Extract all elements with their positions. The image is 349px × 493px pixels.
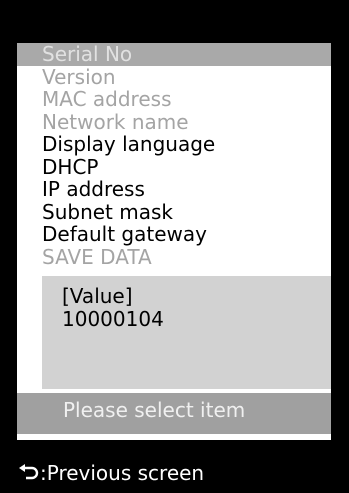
menu-item-serial-no[interactable]: Serial No (17, 43, 331, 66)
menu-item-network-name[interactable]: Network name (17, 110, 331, 134)
previous-screen-label: :Previous screen (40, 461, 205, 485)
menu-item-save-data[interactable]: SAVE DATA (17, 245, 331, 269)
return-arrow-icon (18, 464, 40, 482)
status-message: Please select item (63, 398, 246, 422)
value-text: 10000104 (62, 307, 164, 331)
menu-item-ip-address[interactable]: IP address (17, 178, 331, 201)
previous-screen-hint[interactable]: :Previous screen (18, 460, 204, 486)
menu-list: Serial No Version MAC address Network na… (17, 43, 331, 268)
status-bar: Please select item (17, 393, 331, 434)
device-screen: Serial No Version MAC address Network na… (0, 0, 349, 493)
menu-item-mac-address[interactable]: MAC address (17, 88, 331, 111)
menu-item-dhcp[interactable]: DHCP (17, 155, 331, 179)
settings-panel: Serial No Version MAC address Network na… (17, 43, 331, 440)
value-display-box: [Value] 10000104 (42, 276, 331, 389)
menu-item-default-gateway[interactable]: Default gateway (17, 223, 331, 246)
menu-item-subnet-mask[interactable]: Subnet mask (17, 200, 331, 224)
menu-item-display-language[interactable]: Display language (17, 133, 331, 156)
menu-item-version[interactable]: Version (17, 65, 331, 89)
value-label: [Value] (62, 284, 133, 308)
